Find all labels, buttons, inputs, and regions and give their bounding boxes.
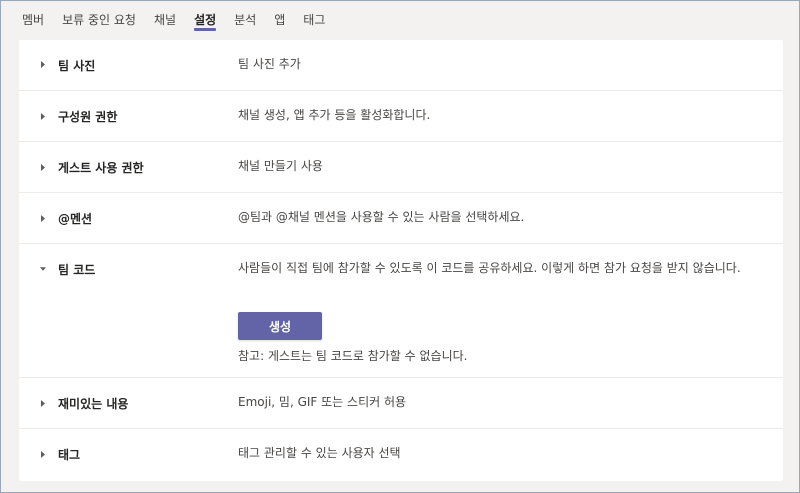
caret-right-icon[interactable] [40,398,46,408]
setting-label: 게스트 사용 권한 [58,161,144,175]
setting-label: 팀 사진 [58,59,96,73]
setting-value: 채널 생성, 앱 추가 등을 활성화합니다. [238,108,431,122]
caret-right-icon[interactable] [40,111,46,121]
tab-bar: 멤버 보류 중인 요청 채널 설정 분석 앱 태그 [1,1,799,35]
setting-value: 사람들이 직접 팀에 참가할 수 있도록 이 코드를 공유하세요. 이렇게 하면… [238,261,741,275]
generate-code-button[interactable]: 생성 [238,312,322,340]
caret-right-icon[interactable] [40,59,46,69]
setting-value: 채널 만들기 사용 [238,159,323,173]
setting-label: @멘션 [58,212,93,226]
setting-label: 태그 [58,448,81,462]
setting-value: 태그 관리할 수 있는 사용자 선택 [238,446,401,460]
caret-down-icon[interactable] [40,264,46,274]
tab-analytics[interactable]: 분석 [234,1,256,32]
settings-panel: 팀 사진 팀 사진 추가 구성원 권한 채널 생성, 앱 추가 등을 활성화합니… [19,40,783,481]
setting-label: 재미있는 내용 [58,397,129,411]
tab-pending-requests[interactable]: 보류 중인 요청 [62,1,136,32]
setting-label: 팀 코드 [58,263,96,277]
caret-right-icon[interactable] [40,213,46,223]
setting-row-tags[interactable]: 태그 태그 관리할 수 있는 사용자 선택 [19,429,783,481]
tab-channels[interactable]: 채널 [154,1,176,32]
setting-row-team-photo[interactable]: 팀 사진 팀 사진 추가 [19,40,783,91]
setting-row-fun-stuff[interactable]: 재미있는 내용 Emoji, 밈, GIF 또는 스티커 허용 [19,378,783,429]
caret-right-icon[interactable] [40,449,46,459]
setting-label: 구성원 권한 [58,110,118,124]
tab-tags[interactable]: 태그 [303,1,325,32]
setting-row-member-permissions[interactable]: 구성원 권한 채널 생성, 앱 추가 등을 활성화합니다. [19,91,783,142]
setting-row-team-code[interactable]: 팀 코드 사람들이 직접 팀에 참가할 수 있도록 이 코드를 공유하세요. 이… [19,244,783,378]
guest-note: 참고: 게스트는 팀 코드로 참가할 수 없습니다. [238,349,468,363]
caret-right-icon[interactable] [40,162,46,172]
setting-value: Emoji, 밈, GIF 또는 스티커 허용 [238,395,407,409]
setting-row-mentions[interactable]: @멘션 @팀과 @채널 멘션을 사용할 수 있는 사람을 선택하세요. [19,193,783,244]
tab-apps[interactable]: 앱 [274,1,285,32]
setting-value: 팀 사진 추가 [238,57,301,71]
setting-value: @팀과 @채널 멘션을 사용할 수 있는 사람을 선택하세요. [238,210,525,224]
tab-members[interactable]: 멤버 [22,1,44,32]
setting-row-guest-permissions[interactable]: 게스트 사용 권한 채널 만들기 사용 [19,142,783,193]
tab-settings[interactable]: 설정 [194,1,217,32]
